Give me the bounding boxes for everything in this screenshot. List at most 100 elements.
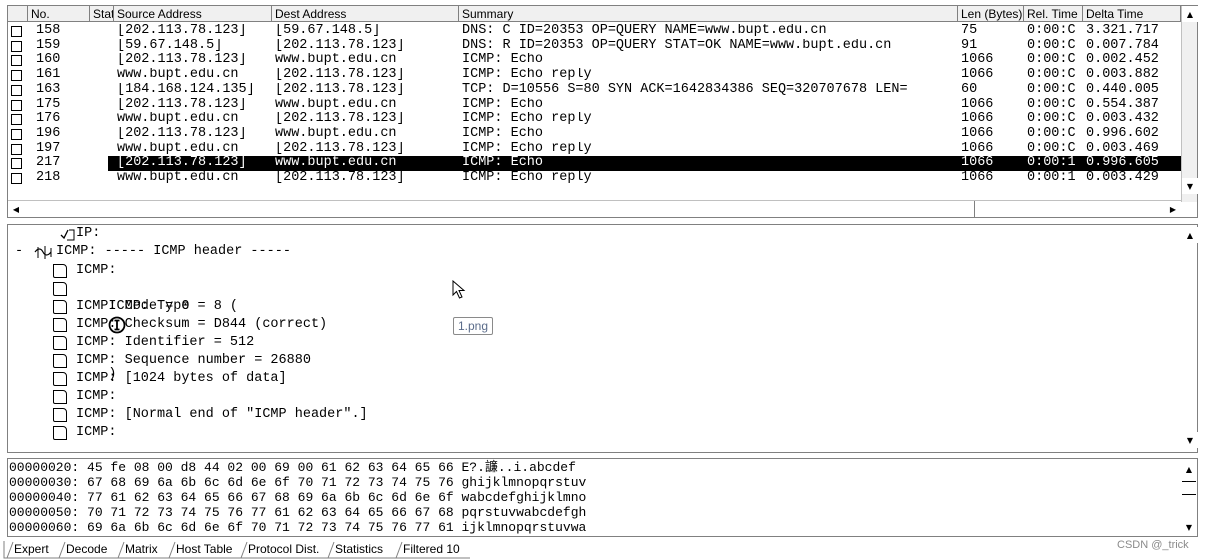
- packet-cell-delta: 0.002.452: [1086, 53, 1159, 68]
- packet-row[interactable]: 218 www.bupt.edu.cn [202.113.78.123] ICMP: …: [8, 171, 1181, 186]
- row-checkbox[interactable]: [11, 55, 22, 67]
- column-header-source[interactable]: Source Address: [114, 6, 272, 22]
- hex-dump-line[interactable]: 00000020: 45 fe 08 00 d8 44 02 00 69 00 …: [9, 460, 576, 475]
- decode-type-line[interactable]: ICMP: Type = 8 ( ): [76, 280, 238, 402]
- packet-cell-len: 75: [961, 24, 978, 38]
- packet-cell-src: www.bupt.edu.cn: [117, 112, 239, 127]
- row-checkbox[interactable]: [11, 70, 22, 82]
- hex-vscrollbar[interactable]: ▲ ▼: [1181, 459, 1197, 536]
- row-checkbox[interactable]: [11, 99, 22, 111]
- collapse-toggle[interactable]: -: [15, 243, 23, 261]
- packet-row[interactable]: 163 [184.168.124.135] [202.113.78.123] TCP:…: [8, 83, 1181, 98]
- decode-pane[interactable]: IP: - ICMP: ----- ICMP header ----- ICMP…: [7, 224, 1198, 453]
- packet-cell-summary: TCP: D=10556 S=80 SYN ACK=1642834386 SEQ…: [462, 82, 908, 97]
- packet-cell-rel: 0:00:C: [1027, 112, 1076, 127]
- decode-scroll-up-icon[interactable]: ▲: [1182, 227, 1198, 243]
- packet-cell-dst: [59.67.148.5]: [275, 24, 381, 38]
- packet-list-vscrollbar[interactable]: ▲ ▼: [1181, 6, 1198, 202]
- packet-cell-summary: ICMP: Echo reply: [462, 112, 592, 127]
- decode-line[interactable]: ICMP:: [76, 262, 117, 280]
- packet-row[interactable]: 196 [202.113.78.123] www.bupt.edu.cn ICMP: …: [8, 127, 1181, 142]
- column-header-len[interactable]: Len (Bytes): [958, 6, 1024, 22]
- packet-cell-summary: ICMP: Echo: [462, 126, 544, 141]
- packet-row[interactable]: 158 [202.113.78.123] [59.67.148.5] DNS: C I…: [8, 24, 1181, 39]
- hex-scroll-down-icon[interactable]: ▼: [1181, 519, 1197, 535]
- packet-cell-len: 1066: [961, 97, 994, 112]
- column-header-rel-time[interactable]: Rel. Time: [1024, 6, 1083, 22]
- packet-row[interactable]: 176 www.bupt.edu.cn [202.113.78.123] ICMP: …: [8, 112, 1181, 127]
- document-icon: [53, 300, 67, 314]
- decode-scroll-down-icon[interactable]: ▼: [1182, 432, 1198, 448]
- decode-line[interactable]: ICMP:: [76, 424, 117, 442]
- packet-row[interactable]: 197 www.bupt.edu.cn [202.113.78.123] ICMP: …: [8, 142, 1181, 157]
- scroll-right-icon[interactable]: ▶: [1165, 201, 1181, 217]
- column-header-no[interactable]: No.: [28, 6, 90, 22]
- row-checkbox[interactable]: [11, 40, 22, 52]
- packet-row[interactable]: 161 www.bupt.edu.cn [202.113.78.123] ICMP: …: [8, 68, 1181, 83]
- packet-cell-dst: www.bupt.edu.cn: [275, 97, 397, 112]
- column-header-dest[interactable]: Dest Address: [272, 6, 459, 22]
- tab-host-table[interactable]: Host Table: [176, 541, 232, 558]
- document-icon: [53, 408, 67, 422]
- row-checkbox[interactable]: [11, 128, 22, 140]
- tab-protocol-dist[interactable]: Protocol Dist.: [248, 541, 319, 558]
- decode-vscrollbar[interactable]: ▲ ▼: [1181, 225, 1198, 452]
- decode-ip-line[interactable]: IP:: [76, 225, 100, 243]
- tab-filtered-10[interactable]: Filtered 10: [403, 541, 460, 558]
- hex-dump-line[interactable]: 00000050: 70 71 72 73 74 75 76 77 61 62 …: [9, 505, 586, 520]
- view-tab-bar: Expert Decode Matrix Host Table Protocol Dis…: [0, 539, 1205, 560]
- scroll-left-icon[interactable]: ◀: [8, 201, 24, 217]
- hex-scroll-up-icon[interactable]: ▲: [1181, 461, 1197, 477]
- tab-decode[interactable]: Decode: [66, 541, 107, 558]
- column-header-checkbox[interactable]: [8, 6, 28, 22]
- packet-cell-len: 60: [961, 82, 978, 97]
- hex-scroll-thumb-bottom[interactable]: [1182, 494, 1196, 495]
- packet-list-header: No. Statu Source Address Dest Address Su…: [8, 6, 1197, 22]
- hex-scroll-thumb[interactable]: [1182, 481, 1196, 482]
- tab-matrix[interactable]: Matrix: [125, 541, 158, 558]
- packet-list-pane[interactable]: No. Statu Source Address Dest Address Su…: [7, 5, 1198, 218]
- packet-row[interactable]: 217 [202.113.78.123] www.bupt.edu.cn ICMP: …: [8, 156, 1181, 171]
- packet-cell-rel: 0:00:C: [1027, 141, 1076, 156]
- row-checkbox[interactable]: [11, 173, 22, 184]
- packet-cell-no: 196: [36, 126, 61, 141]
- packet-cell-delta: 0.007.784: [1086, 38, 1159, 53]
- packet-cell-src: [202.113.78.123]: [117, 53, 247, 68]
- packet-row[interactable]: 175 [202.113.78.123] www.bupt.edu.cn ICMP: …: [8, 98, 1181, 113]
- hex-dump-line[interactable]: 00000040: 77 61 62 63 64 65 66 67 68 69 …: [9, 490, 586, 505]
- packet-cell-src: www.bupt.edu.cn: [117, 68, 239, 83]
- packet-row[interactable]: 159 [59.67.148.5] [202.113.78.123] DNS: R I…: [8, 39, 1181, 54]
- hex-pane[interactable]: 00000020: 45 fe 08 00 d8 44 02 00 69 00 …: [7, 458, 1198, 537]
- column-header-summary[interactable]: Summary: [459, 6, 958, 22]
- row-checkbox[interactable]: [11, 26, 22, 37]
- packet-cell-no: 163: [36, 82, 61, 97]
- packet-row[interactable]: 160 [202.113.78.123] www.bupt.edu.cn ICMP: …: [8, 53, 1181, 68]
- decode-type-prefix: ICMP: Type = 8 (: [108, 299, 239, 314]
- packet-list-hscrollbar[interactable]: ◀ ▶: [8, 200, 1181, 218]
- column-header-delta-time[interactable]: Delta Time: [1083, 6, 1181, 22]
- packet-cell-len: 1066: [961, 126, 994, 141]
- packet-cell-delta: 0.996.602: [1086, 126, 1159, 141]
- row-checkbox[interactable]: [11, 158, 22, 170]
- packet-cell-len: 1066: [958, 156, 1024, 171]
- packet-cell-summary: ICMP: Echo reply: [462, 141, 592, 156]
- scroll-up-icon[interactable]: ▲: [1182, 6, 1198, 22]
- hex-dump-line[interactable]: 00000030: 67 68 69 6a 6b 6c 6d 6e 6f 70 …: [9, 475, 586, 490]
- tab-expert[interactable]: Expert: [14, 541, 49, 558]
- row-checkbox[interactable]: [11, 114, 22, 126]
- packet-cell-dst: [202.113.78.123]: [275, 38, 405, 53]
- row-checkbox[interactable]: [11, 143, 22, 155]
- hex-dump-line[interactable]: 00000060: 69 6a 6b 6c 6d 6e 6f 70 71 72 …: [9, 520, 586, 535]
- decode-icmp-header[interactable]: ICMP: ----- ICMP header -----: [56, 243, 291, 261]
- decode-line[interactable]: ICMP: [Normal end of "ICMP header".]: [76, 406, 368, 424]
- packet-cell-rel: 0:00:C: [1027, 126, 1076, 141]
- scroll-down-icon[interactable]: ▼: [1182, 178, 1198, 194]
- tab-statistics[interactable]: Statistics: [335, 541, 383, 558]
- hscroll-thumb-edge[interactable]: [974, 201, 975, 218]
- packet-cell-rel: 0:00:C: [1027, 38, 1076, 53]
- document-icon: [53, 264, 67, 278]
- column-header-status[interactable]: Statu: [90, 6, 114, 22]
- packet-cell-delta: 0.440.005: [1086, 82, 1159, 97]
- packet-cell-len: 1066: [961, 141, 994, 156]
- row-checkbox[interactable]: [11, 84, 22, 96]
